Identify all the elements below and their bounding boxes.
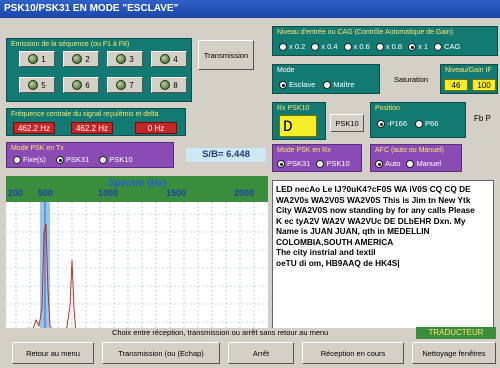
led-icon	[116, 80, 127, 90]
cag-options: x 0.2 x 0.4 x 0.6 x 0.8 x 1 CAG	[279, 42, 460, 51]
received-text-area[interactable]: LED necAo Le IJ?0uK4?cF0S WA iV0S CQ CQ …	[272, 180, 494, 340]
position-label: Position	[375, 105, 400, 112]
mode-panel: Mode Esclave Maître	[272, 64, 380, 94]
seq-button-6[interactable]: 6	[63, 77, 99, 93]
led-icon	[160, 54, 171, 64]
fb-p-label: Fb P	[474, 114, 491, 123]
bottom-bar: Choix entre réception, transmission ou a…	[0, 327, 500, 368]
rx-char-display: D	[279, 115, 317, 137]
spectrum-graph[interactable]	[6, 202, 268, 342]
cag-option-cag[interactable]: CAG	[434, 42, 460, 51]
seq-button-1[interactable]: 1	[19, 51, 55, 67]
cag-option-06[interactable]: x 0.6	[343, 42, 370, 51]
text-line: LED necAo Le IJ?0uK4?cF0S WA iV0S CQ CQ …	[276, 184, 471, 194]
seq-button-7[interactable]: 7	[107, 77, 143, 93]
rx-psk-panel: Rx PSK10 D	[272, 102, 326, 140]
led-icon	[160, 80, 171, 90]
cag-option-02[interactable]: x 0.2	[279, 42, 305, 51]
spectrum-tick-1000: 1000	[98, 188, 119, 198]
led-icon	[72, 80, 83, 90]
main-window: Emission de la séquence (ou F1 à F8) 1 2…	[0, 18, 500, 368]
afc-auto-radio[interactable]: Auto	[375, 159, 400, 168]
led-icon	[28, 54, 39, 64]
frequency-panel: Fréquence centrale du signal reçu/émis e…	[6, 108, 186, 136]
cag-option-1[interactable]: x 1	[408, 42, 428, 51]
seq-button-8[interactable]: 8	[151, 77, 187, 93]
bottom-hint: Choix entre réception, transmission ou a…	[112, 328, 329, 337]
afc-panel: AFC (auto ou Manuel) Auto Manuel	[370, 144, 462, 172]
rx-psk10-radio[interactable]: PSK10	[316, 159, 350, 168]
afc-options: Auto Manuel	[375, 159, 441, 168]
snr-display: S/B= 6.448	[186, 148, 266, 162]
text-line: The city instrial and textil	[276, 247, 376, 257]
mode-esclave-radio[interactable]: Esclave	[279, 80, 315, 89]
mode-label: Mode	[277, 67, 295, 74]
retour-menu-button[interactable]: Retour au menu	[12, 342, 94, 364]
traducteur-label: TRADUCTEUR	[416, 327, 496, 339]
rx-mode-panel: Mode PSK en Rx PSK31 PSK10	[272, 144, 362, 172]
reception-button[interactable]: Réception en cours	[302, 342, 404, 364]
gain-label: Niveau/Gain IF	[445, 67, 492, 74]
led-icon	[116, 54, 127, 64]
position-options: -P166 P66	[377, 119, 438, 128]
gain-max-value: 100	[472, 79, 496, 91]
sequence-panel: Emission de la séquence (ou F1 à F8) 1 2…	[6, 38, 192, 102]
seq-button-5[interactable]: 5	[19, 77, 55, 93]
spectrum-tick-200: 200	[8, 188, 24, 198]
text-line: WA2V0s WA2V0S WA2V0S This is Jim tn New …	[276, 194, 471, 205]
gain-level-value: 46	[444, 79, 468, 91]
led-icon	[72, 54, 83, 64]
cag-panel: Niveau d'entrée ou CAG (Contrôle Automat…	[272, 26, 498, 56]
freq-emitted: 462.2 Hz	[71, 122, 113, 134]
frequency-label: Fréquence centrale du signal reçu/émis e…	[11, 111, 159, 118]
tx-mode-options: Fixe(s) PSK31 PSK10	[13, 155, 133, 164]
afc-label: AFC (auto ou Manuel)	[375, 147, 444, 154]
cag-label: Niveau d'entrée ou CAG (Contrôle Automat…	[277, 29, 454, 36]
position-p66-radio[interactable]: P66	[415, 119, 438, 128]
text-line: Name is JUAN JUAN, qth in MEDELLIN	[276, 226, 430, 236]
spectrum-header: Spectre (Hz) 200 500 1000 1500 2000	[6, 176, 268, 202]
seq-button-2[interactable]: 2	[63, 51, 99, 67]
text-line: City WA2V0S now standing by for any call…	[276, 205, 475, 215]
rx-psk-label: Rx PSK10	[277, 105, 310, 112]
transmission-echap-button[interactable]: Transmission (ou (Echap)	[102, 342, 220, 364]
position-p166-radio[interactable]: -P166	[377, 119, 407, 128]
tx-fixe-radio[interactable]: Fixe(s)	[13, 155, 46, 164]
tx-mode-panel: Mode PSK en Tx Fixe(s) PSK31 PSK10	[6, 142, 174, 168]
gain-panel: Niveau/Gain IF 46 100	[440, 64, 498, 94]
nettoyage-button[interactable]: Nettoyage fenêtres	[412, 342, 496, 364]
position-panel: Position -P166 P66	[370, 102, 466, 138]
afc-manuel-radio[interactable]: Manuel	[406, 159, 441, 168]
spectrum-tick-500: 500	[38, 188, 54, 198]
tx-psk31-radio[interactable]: PSK31	[55, 155, 89, 164]
tx-mode-label: Mode PSK en Tx	[11, 145, 64, 152]
cag-option-04[interactable]: x 0.4	[311, 42, 338, 51]
spectrum-tick-2000: 2000	[234, 188, 255, 198]
tx-psk10-radio[interactable]: PSK10	[99, 155, 133, 164]
rx-psk31-radio[interactable]: PSK31	[277, 159, 310, 168]
led-icon	[28, 80, 39, 90]
freq-received: 462.2 Hz	[13, 122, 55, 134]
text-line: K ec tyA2V WA2V WA2VUc DE DLbEHR Dxn. My	[276, 215, 466, 226]
text-line: COLOMBIA,SOUTH AMERICA	[276, 236, 394, 247]
cag-option-08[interactable]: x 0.8	[375, 42, 402, 51]
arret-button[interactable]: Arrêt	[228, 342, 294, 364]
mode-maitre-radio[interactable]: Maître	[323, 80, 355, 89]
rx-mode-label: Mode PSK en Rx	[277, 147, 331, 154]
text-line: oeTU di om, HB9AAQ de HK4S|	[276, 257, 400, 268]
seq-button-4[interactable]: 4	[151, 51, 187, 67]
rx-mode-options: PSK31 PSK10	[277, 159, 350, 168]
transmission-button[interactable]: Transmission	[198, 40, 254, 70]
psk10-button[interactable]: PSK10	[330, 114, 364, 132]
seq-button-3[interactable]: 3	[107, 51, 143, 67]
window-title: PSK10/PSK31 EN MODE "ESCLAVE"	[0, 0, 500, 18]
saturation-indicator: Saturation	[393, 74, 429, 84]
freq-delta: 0 Hz	[135, 122, 177, 134]
spectrum-tick-1500: 1500	[166, 188, 187, 198]
sequence-label: Emission de la séquence (ou F1 à F8)	[11, 41, 130, 48]
mode-options: Esclave Maître	[279, 80, 355, 89]
